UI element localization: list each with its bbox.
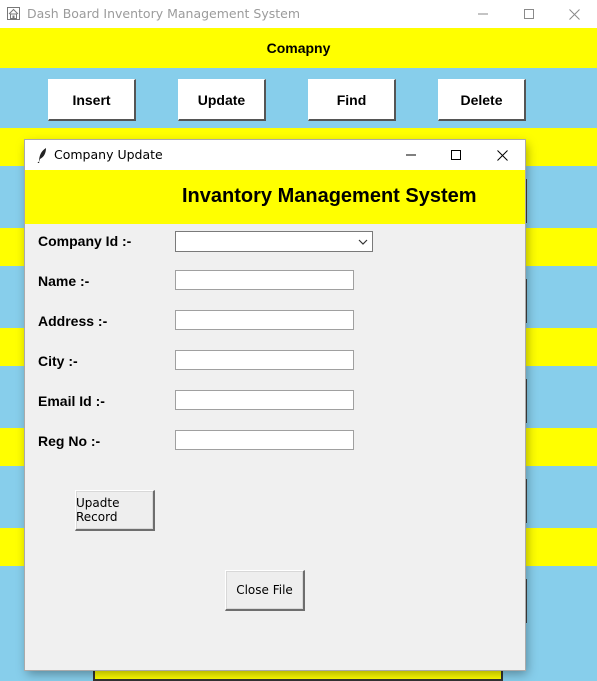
window-title: Dash Board Inventory Management System — [27, 6, 301, 21]
address-label: Address :- — [38, 313, 108, 329]
maximize-icon — [451, 150, 461, 160]
city-input[interactable] — [175, 350, 354, 370]
dialog-heading: Invantory Management System — [182, 185, 477, 207]
close-file-button[interactable]: Close File — [225, 570, 305, 611]
company-update-dialog: Company Update Invantory Management Syst… — [25, 140, 525, 670]
update-record-button[interactable]: Upadte Record — [75, 490, 155, 531]
name-input[interactable] — [175, 270, 354, 290]
company-header: Comapny — [266, 40, 331, 56]
feather-icon — [35, 147, 49, 164]
chevron-down-icon — [358, 239, 368, 245]
dialog-close-button[interactable] — [479, 140, 525, 170]
name-label: Name :- — [38, 273, 90, 289]
insert-button[interactable]: Insert — [48, 79, 136, 121]
maximize-icon — [524, 9, 534, 19]
reg-no-label: Reg No :- — [38, 433, 101, 449]
maximize-button[interactable] — [506, 0, 552, 28]
dialog-title: Company Update — [54, 147, 163, 162]
city-label: City :- — [38, 353, 78, 369]
dialog-minimize-button[interactable] — [388, 140, 434, 170]
delete-button[interactable]: Delete — [438, 79, 526, 121]
minimize-button[interactable] — [460, 0, 506, 28]
minimize-icon — [478, 13, 488, 15]
close-icon — [496, 149, 508, 161]
email-id-input[interactable] — [175, 390, 354, 410]
minimize-icon — [406, 154, 416, 156]
find-button[interactable]: Find — [308, 79, 396, 121]
dialog-titlebar: Company Update — [25, 140, 525, 170]
main-titlebar: Dash Board Inventory Management System — [0, 0, 597, 28]
dialog-maximize-button[interactable] — [433, 140, 479, 170]
company-id-label: Company Id :- — [38, 233, 132, 249]
email-id-label: Email Id :- — [38, 393, 105, 409]
close-icon — [568, 8, 580, 20]
address-input[interactable] — [175, 310, 354, 330]
house-icon — [6, 6, 21, 21]
update-button[interactable]: Update — [178, 79, 266, 121]
company-id-dropdown[interactable] — [175, 231, 373, 252]
close-button[interactable] — [551, 0, 597, 28]
reg-no-input[interactable] — [175, 430, 354, 450]
